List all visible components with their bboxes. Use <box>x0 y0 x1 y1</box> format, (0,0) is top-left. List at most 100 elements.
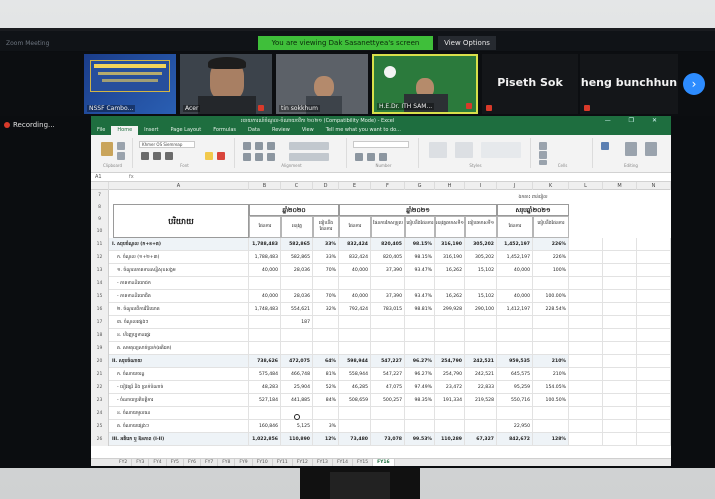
row-label[interactable]: ខ. ហិរញ្ញប្បទានផ្ទេរ <box>109 329 249 342</box>
table-cell[interactable]: 1,748,483 <box>249 303 281 316</box>
subheader[interactable]: ផែនការ <box>339 216 371 238</box>
table-cell[interactable]: 93.47% <box>405 264 435 277</box>
table-cell[interactable]: 547,227 <box>371 368 405 381</box>
table-cell[interactable] <box>497 342 533 355</box>
empty-cell[interactable] <box>603 238 637 251</box>
table-cell[interactable] <box>405 316 435 329</box>
column-header-l[interactable]: L <box>569 182 603 190</box>
table-cell[interactable]: 582,865 <box>281 251 313 264</box>
empty-cell[interactable] <box>603 433 637 446</box>
row-header[interactable]: 7 <box>91 190 109 202</box>
table-cell[interactable]: 832,424 <box>339 251 371 264</box>
empty-cell[interactable] <box>637 420 671 433</box>
sheet-tab[interactable]: FY2 <box>115 459 133 466</box>
tab-formulas[interactable]: Formulas <box>207 126 242 135</box>
empty-cell[interactable] <box>637 342 671 355</box>
sheet-tab[interactable]: FY12 <box>293 459 313 466</box>
empty-cell[interactable] <box>603 368 637 381</box>
sheet-tab[interactable]: FY10 <box>253 459 273 466</box>
row-header[interactable]: 16 <box>91 303 109 316</box>
table-cell[interactable]: 40,000 <box>339 290 371 303</box>
table-cell[interactable] <box>249 342 281 355</box>
table-cell[interactable] <box>313 329 339 342</box>
table-cell[interactable]: 12% <box>313 433 339 446</box>
table-cell[interactable]: 219,528 <box>465 394 497 407</box>
table-cell[interactable]: 37,390 <box>371 264 405 277</box>
row-label[interactable]: ខ. ចំណាយមូលធន <box>109 407 249 420</box>
table-cell[interactable] <box>371 420 405 433</box>
align-middle-icon[interactable] <box>255 142 263 150</box>
table-cell[interactable] <box>339 407 371 420</box>
column-header-d[interactable]: D <box>313 182 339 190</box>
sheet-tab[interactable]: FY8 <box>218 459 236 466</box>
percent-icon[interactable] <box>367 153 375 161</box>
row-label[interactable]: ក. ចំណូល (១+២+៣) <box>109 251 249 264</box>
recording-indicator[interactable]: Recording... <box>4 118 84 132</box>
paste-icon[interactable] <box>101 142 113 156</box>
empty-cell[interactable] <box>603 303 637 316</box>
table-cell[interactable] <box>405 277 435 290</box>
empty-cell[interactable] <box>603 316 637 329</box>
table-cell[interactable] <box>405 420 435 433</box>
header-year-2021[interactable]: ឆ្នាំ២០២១ <box>339 204 497 216</box>
table-cell[interactable] <box>313 277 339 290</box>
column-header-c[interactable]: C <box>281 182 313 190</box>
row-header[interactable]: 23 <box>91 394 109 407</box>
table-cell[interactable]: 22,833 <box>465 381 497 394</box>
table-cell[interactable] <box>371 277 405 290</box>
currency-icon[interactable] <box>355 153 363 161</box>
empty-cell[interactable] <box>603 355 637 368</box>
empty-cell[interactable] <box>569 381 603 394</box>
formula-bar[interactable]: A1 fx <box>91 173 671 182</box>
table-cell[interactable]: 64% <box>313 355 339 368</box>
font-name-select[interactable]: Khmer OS Siemreap <box>139 141 195 148</box>
table-cell[interactable]: 99.53% <box>405 433 435 446</box>
empty-cell[interactable] <box>637 433 671 446</box>
column-header-k[interactable]: K <box>533 182 569 190</box>
conditional-formatting-icon[interactable] <box>429 142 447 158</box>
row-header[interactable]: 10 <box>91 226 109 238</box>
table-cell[interactable] <box>533 420 569 433</box>
table-cell[interactable]: 98.15% <box>405 251 435 264</box>
table-cell[interactable] <box>497 316 533 329</box>
empty-cell[interactable] <box>637 264 671 277</box>
table-cell[interactable] <box>313 316 339 329</box>
row-label[interactable]: - ចំណាយប្រតិបត្តិការ <box>109 394 249 407</box>
column-header-j[interactable]: J <box>497 182 533 190</box>
table-cell[interactable] <box>435 420 465 433</box>
table-cell[interactable]: 959,535 <box>497 355 533 368</box>
sheet-tab[interactable]: FY7 <box>201 459 219 466</box>
table-cell[interactable]: 1,788,483 <box>249 251 281 264</box>
row-label[interactable]: គ. ចំណាយផ្សេងៗ <box>109 420 249 433</box>
table-cell[interactable]: 70% <box>313 290 339 303</box>
empty-cell[interactable] <box>569 433 603 446</box>
row-header[interactable]: 8 <box>91 202 109 214</box>
table-cell[interactable] <box>281 277 313 290</box>
empty-cell[interactable] <box>569 290 603 303</box>
table-cell[interactable]: 187 <box>281 316 313 329</box>
sheet-tab[interactable]: FY11 <box>273 459 293 466</box>
table-cell[interactable]: 40,000 <box>249 290 281 303</box>
empty-cell[interactable] <box>603 394 637 407</box>
table-cell[interactable]: 40,000 <box>339 264 371 277</box>
empty-cell[interactable] <box>603 407 637 420</box>
table-cell[interactable]: 73,480 <box>339 433 371 446</box>
table-cell[interactable]: 508,659 <box>339 394 371 407</box>
table-cell[interactable]: 191,334 <box>435 394 465 407</box>
row-header[interactable]: 24 <box>91 407 109 420</box>
table-cell[interactable] <box>465 329 497 342</box>
table-cell[interactable]: 81% <box>313 368 339 381</box>
cell-styles-icon[interactable] <box>481 142 521 158</box>
table-cell[interactable]: 22,950 <box>497 420 533 433</box>
spreadsheet-grid[interactable]: A B C D E F G H I J K L M N បរិយាយ ឆ្នាំ… <box>91 182 671 458</box>
sheet-tab[interactable]: FY13 <box>313 459 333 466</box>
table-cell[interactable]: 645,575 <box>497 368 533 381</box>
chevron-right-icon[interactable]: › <box>683 73 705 95</box>
table-cell[interactable] <box>249 329 281 342</box>
table-cell[interactable] <box>371 329 405 342</box>
subheader[interactable]: ផែនការកែសម្រួល <box>371 216 405 238</box>
empty-cell[interactable] <box>569 407 603 420</box>
empty-cell[interactable] <box>569 251 603 264</box>
tell-me-search[interactable]: Tell me what you want to do... <box>320 126 407 135</box>
header-description[interactable]: បរិយាយ <box>113 204 249 238</box>
